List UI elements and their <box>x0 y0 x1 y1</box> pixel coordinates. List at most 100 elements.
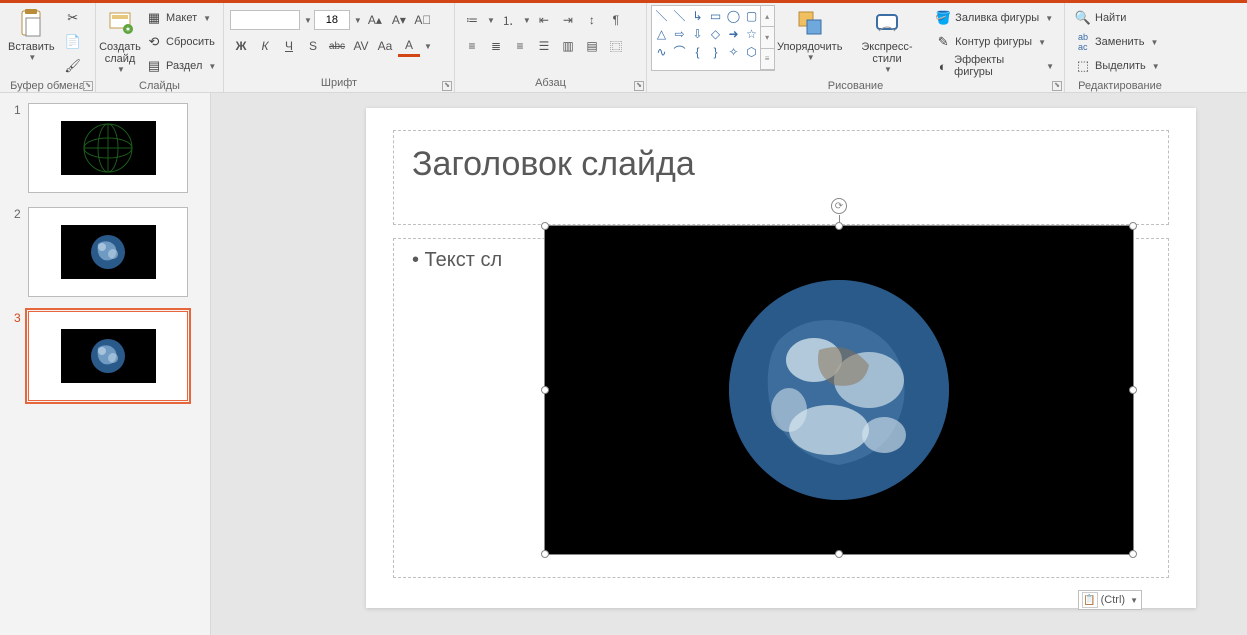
shape-rarrow-icon[interactable]: ⇨ <box>671 25 688 42</box>
title-placeholder[interactable]: Заголовок слайда <box>393 130 1169 225</box>
decrease-indent-button[interactable]: ⇤ <box>533 9 555 31</box>
select-button[interactable]: ⬚Выделить▼ <box>1071 55 1164 77</box>
spacing-button[interactable]: AV <box>350 35 372 57</box>
shape-fill-button[interactable]: 🪣Заливка фигуры▼ <box>931 7 1058 29</box>
thumb-row[interactable]: 1 <box>14 103 196 193</box>
copy-icon: 📄 <box>65 34 81 50</box>
resize-handle[interactable] <box>541 222 549 230</box>
shape-outline-button[interactable]: ✎Контур фигуры▼ <box>931 31 1058 53</box>
chevron-down-icon[interactable]: ▼ <box>304 16 312 25</box>
shape-brace-icon[interactable]: { <box>689 43 706 60</box>
group-paragraph-label: Абзац <box>459 76 642 92</box>
rotate-handle[interactable]: ⟳ <box>831 198 847 214</box>
shape-hex-icon[interactable]: ⬡ <box>743 43 760 60</box>
resize-handle[interactable] <box>835 222 843 230</box>
clipboard-dialog-launcher[interactable]: ⬊ <box>83 81 93 91</box>
cut-button[interactable]: ✂ <box>61 7 85 29</box>
quick-styles-button[interactable]: Экспресс-стили ▼ <box>845 5 929 76</box>
font-color-button[interactable]: A <box>398 35 420 57</box>
select-icon: ⬚ <box>1075 58 1091 74</box>
arrange-button[interactable]: Упорядочить ▼ <box>775 5 845 64</box>
align-text-button[interactable]: ▤ <box>581 35 603 57</box>
shape-brace-icon[interactable]: } <box>707 43 724 60</box>
find-button[interactable]: 🔍Найти <box>1071 7 1164 29</box>
smartart-button[interactable]: ⿴ <box>605 35 627 57</box>
slide-canvas[interactable]: Заголовок слайда • Текст сл ⟳ <box>211 93 1247 635</box>
shape-darrow-icon[interactable]: ⇩ <box>689 25 706 42</box>
slide-thumb-1[interactable] <box>28 103 188 193</box>
resize-handle[interactable] <box>1129 550 1137 558</box>
resize-handle[interactable] <box>541 386 549 394</box>
shape-effects-button[interactable]: ◐Эффекты фигуры▼ <box>931 55 1058 77</box>
shape-roundrect-icon[interactable]: ▢ <box>743 7 760 24</box>
slide-thumb-2[interactable] <box>28 207 188 297</box>
shape-arc-icon[interactable]: ⌒ <box>671 43 688 60</box>
layout-icon: ▦ <box>146 10 162 26</box>
group-slides: ✶ Создать слайд ▼ ▦Макет▼ ⟲Сбросить ▤Раз… <box>96 3 224 92</box>
new-slide-label: Создать слайд <box>99 41 141 65</box>
paragraph-dialog-launcher[interactable]: ⬊ <box>634 81 644 91</box>
bullets-button[interactable]: ≔ <box>461 9 483 31</box>
thumb-row[interactable]: 3 <box>14 311 196 401</box>
chevron-down-icon[interactable]: ▼ <box>424 42 432 51</box>
thumbnails-panel[interactable]: 1 2 3 <box>0 93 211 635</box>
align-left-button[interactable]: ≡ <box>461 35 483 57</box>
shape-callout-icon[interactable]: ✧ <box>725 43 742 60</box>
justify-button[interactable]: ☰ <box>533 35 555 57</box>
numbering-button[interactable]: ⒈ <box>497 9 519 31</box>
thumb-image <box>61 121 156 175</box>
shape-line-icon[interactable]: ＼ <box>653 7 670 24</box>
columns-button[interactable]: ▥ <box>557 35 579 57</box>
ribbon: Вставить ▼ ✂ 📄 🖌 Буфер обмена ⬊ ✶ Создат… <box>0 0 1247 93</box>
underline-button[interactable]: Ч <box>278 35 300 57</box>
font-dialog-launcher[interactable]: ⬊ <box>442 81 452 91</box>
resize-handle[interactable] <box>1129 222 1137 230</box>
scissors-icon: ✂ <box>65 10 81 26</box>
shapes-scroll[interactable]: ▴▾≡ <box>760 6 774 70</box>
drawing-dialog-launcher[interactable]: ⬊ <box>1052 81 1062 91</box>
shrink-font-button[interactable]: A▾ <box>388 9 410 31</box>
shapes-gallery[interactable]: ＼ ＼ ↳ ▭ ◯ ▢ △ ⇨ ⇩ ◇ ➜ ☆ ∿ ⌒ { } ✧ ⬡ ▴▾≡ <box>651 5 775 71</box>
shape-triangle-icon[interactable]: △ <box>653 25 670 42</box>
shape-diamond-icon[interactable]: ◇ <box>707 25 724 42</box>
resize-handle[interactable] <box>541 550 549 558</box>
paste-button[interactable]: Вставить ▼ <box>4 5 59 64</box>
italic-button[interactable]: К <box>254 35 276 57</box>
align-center-button[interactable]: ≣ <box>485 35 507 57</box>
font-size-input[interactable] <box>314 10 350 30</box>
strike-button[interactable]: abc <box>326 35 348 57</box>
chevron-down-icon[interactable]: ▼ <box>354 16 362 25</box>
text-direction-button[interactable]: ¶ <box>605 9 627 31</box>
slide-thumb-3[interactable] <box>28 311 188 401</box>
replace-button[interactable]: abacЗаменить▼ <box>1071 31 1164 53</box>
line-spacing-button[interactable]: ↕ <box>581 9 603 31</box>
section-button[interactable]: ▤Раздел▼ <box>142 55 220 77</box>
align-right-button[interactable]: ≡ <box>509 35 531 57</box>
shadow-button[interactable]: S <box>302 35 324 57</box>
shape-rect-icon[interactable]: ▭ <box>707 7 724 24</box>
inserted-picture[interactable]: ⟳ <box>544 225 1134 555</box>
group-paragraph: ≔▼ ⒈▼ ⇤ ⇥ ↕ ¶ ≡ ≣ ≡ ☰ ▥ ▤ ⿴ Абзац ⬊ <box>455 3 647 92</box>
svg-text:✶: ✶ <box>125 25 132 34</box>
resize-handle[interactable] <box>835 550 843 558</box>
increase-indent-button[interactable]: ⇥ <box>557 9 579 31</box>
layout-button[interactable]: ▦Макет▼ <box>142 7 220 29</box>
new-slide-button[interactable]: ✶ Создать слайд ▼ <box>100 5 140 76</box>
bold-button[interactable]: Ж <box>230 35 252 57</box>
shape-line-icon[interactable]: ＼ <box>671 7 688 24</box>
paste-options-button[interactable]: 📋 (Ctrl) ▼ <box>1078 590 1142 610</box>
grow-font-button[interactable]: A▴ <box>364 9 386 31</box>
resize-handle[interactable] <box>1129 386 1137 394</box>
thumb-row[interactable]: 2 <box>14 207 196 297</box>
case-button[interactable]: Aa <box>374 35 396 57</box>
shape-oval-icon[interactable]: ◯ <box>725 7 742 24</box>
format-painter-button[interactable]: 🖌 <box>61 55 85 77</box>
shape-arrow-icon[interactable]: ➜ <box>725 25 742 42</box>
copy-button[interactable]: 📄 <box>61 31 85 53</box>
shape-star-icon[interactable]: ☆ <box>743 25 760 42</box>
shape-connector-icon[interactable]: ↳ <box>689 7 706 24</box>
font-name-input[interactable] <box>230 10 300 30</box>
clear-format-button[interactable]: A⃠ <box>412 9 434 31</box>
reset-button[interactable]: ⟲Сбросить <box>142 31 220 53</box>
shape-curve-icon[interactable]: ∿ <box>653 43 670 60</box>
